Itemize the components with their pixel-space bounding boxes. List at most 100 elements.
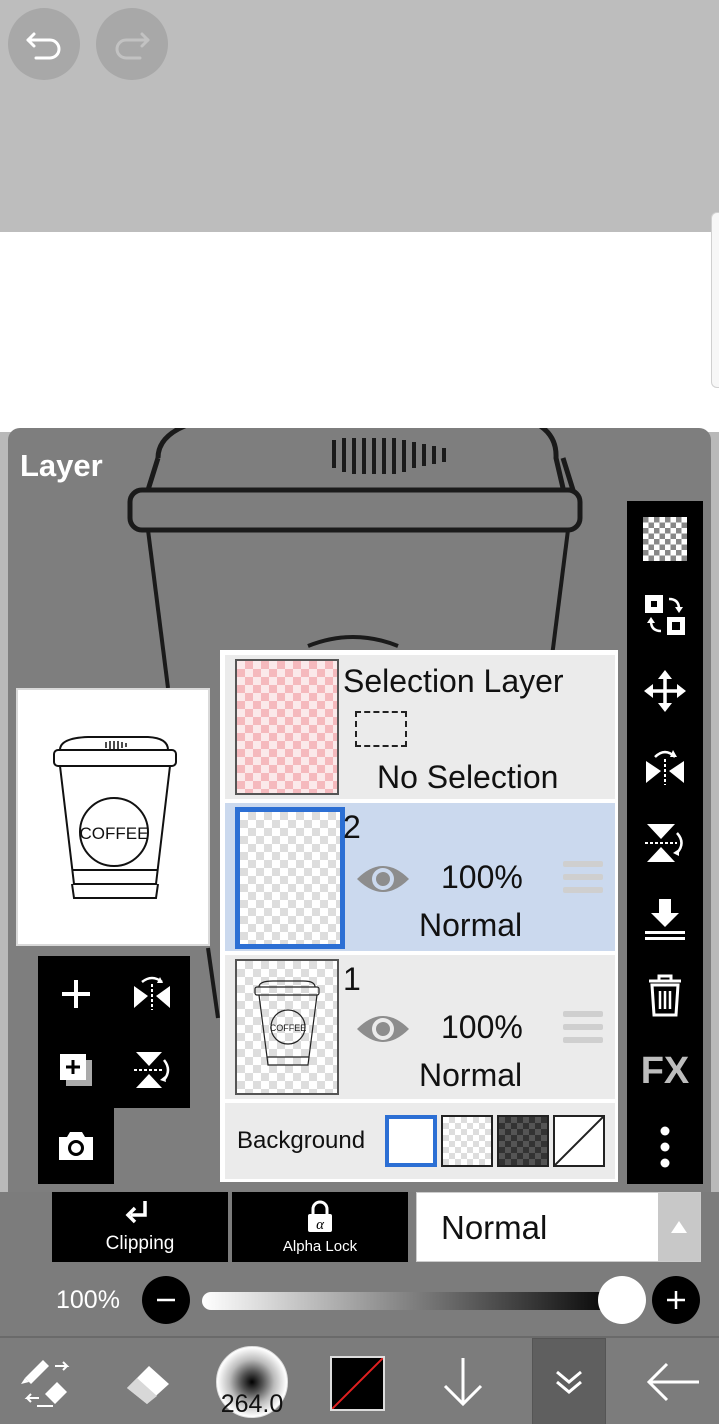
bottom-toolbar: 264.0 xyxy=(0,1336,719,1424)
canvas[interactable] xyxy=(0,232,719,432)
fx-icon: FX xyxy=(640,1049,690,1092)
undo-button[interactable] xyxy=(8,8,80,80)
eraser-button[interactable] xyxy=(112,1338,182,1424)
color-slash-icon xyxy=(332,1358,383,1409)
cup-text: COFFEE xyxy=(80,824,149,843)
opacity-slider[interactable] xyxy=(202,1292,622,1310)
arrow-down-icon xyxy=(443,1358,483,1407)
back-button[interactable] xyxy=(636,1338,710,1424)
flip-horizontal-icon xyxy=(134,976,170,1010)
flip-horizontal-layer-button[interactable] xyxy=(627,729,703,805)
selection-status: No Selection xyxy=(377,759,559,795)
selection-layer-name: Selection Layer xyxy=(343,663,564,699)
background-white-swatch[interactable] xyxy=(385,1115,437,1167)
add-layer-button[interactable] xyxy=(38,956,114,1032)
clipping-label: Clipping xyxy=(105,1233,175,1254)
layer-1-thumb: COFFEE xyxy=(235,959,339,1095)
layer-controls: Clipping α Alpha Lock Normal 100% xyxy=(0,1192,719,1336)
merge-down-button[interactable] xyxy=(627,881,703,957)
background-dark-checker-swatch[interactable] xyxy=(497,1115,549,1167)
cup-text: COFFEE xyxy=(270,1023,307,1033)
alpha-lock-button[interactable]: α Alpha Lock xyxy=(232,1192,408,1262)
layer-number: 1 xyxy=(343,961,361,997)
merge-down-icon xyxy=(645,899,685,940)
blend-mode-select[interactable]: Normal xyxy=(416,1192,701,1262)
flip-vertical-icon xyxy=(134,1052,170,1088)
layer-opacity: 100% xyxy=(441,859,523,895)
move-button[interactable] xyxy=(627,653,703,729)
drag-handle-icon[interactable] xyxy=(563,1011,603,1045)
alpha-lock-label: Alpha Lock xyxy=(282,1237,358,1255)
panel-title: Layer xyxy=(20,448,103,483)
move-down-button[interactable] xyxy=(428,1338,498,1424)
background-row: Background xyxy=(225,1103,615,1179)
background-label: Background xyxy=(237,1127,366,1154)
arrow-left-icon xyxy=(646,1362,699,1402)
layer-panel: Layer COFFEE FX Selection Layer No Selec… xyxy=(8,428,711,1192)
drag-handle-icon[interactable] xyxy=(563,861,603,895)
clipping-button[interactable]: Clipping xyxy=(52,1192,228,1262)
tool-switch-button[interactable] xyxy=(10,1338,80,1424)
selection-layer-thumb xyxy=(235,659,339,795)
right-tools: FX xyxy=(627,501,703,1184)
opacity-decrease-button[interactable] xyxy=(142,1276,190,1324)
flip-vertical-icon xyxy=(645,824,683,862)
undo-icon xyxy=(26,32,61,60)
flip-vertical-layer-button[interactable] xyxy=(627,805,703,881)
coffee-cup-thumbnail: COFFEE xyxy=(53,736,177,899)
opacity-slider-knob[interactable] xyxy=(598,1276,646,1324)
color-swatch[interactable] xyxy=(330,1356,385,1411)
selection-layer-row[interactable]: Selection Layer No Selection xyxy=(225,655,615,799)
move-icon xyxy=(644,670,686,712)
fx-button[interactable]: FX xyxy=(627,1033,703,1109)
background-checker-swatch[interactable] xyxy=(441,1115,493,1167)
layer-opacity: 100% xyxy=(441,1009,523,1045)
trash-icon xyxy=(649,974,681,1017)
minus-icon xyxy=(157,1298,175,1302)
flip-vertical-button[interactable] xyxy=(114,1032,190,1108)
layer-list: Selection Layer No Selection 2 100% Norm… xyxy=(220,650,618,1182)
redo-button[interactable] xyxy=(96,8,168,80)
layer-2-thumb xyxy=(235,807,345,949)
brush-size-value: 264.0 xyxy=(220,1390,284,1418)
flip-horizontal-button[interactable] xyxy=(114,956,190,1032)
background-none-swatch[interactable] xyxy=(553,1115,605,1167)
top-bar xyxy=(0,0,719,232)
none-slash-icon xyxy=(554,1116,604,1166)
side-drawer-tab[interactable] xyxy=(711,212,719,388)
transparent-fill-button[interactable] xyxy=(627,501,703,577)
swap-layer-button[interactable] xyxy=(627,577,703,653)
lock-icon: α xyxy=(308,1200,332,1233)
clipping-icon xyxy=(125,1201,147,1224)
eye-icon[interactable] xyxy=(355,1009,411,1049)
opacity-increase-button[interactable] xyxy=(652,1276,700,1324)
swap-layer-icon xyxy=(645,595,685,635)
layer-row-1[interactable]: COFFEE 1 100% Normal xyxy=(225,955,615,1099)
blend-mode-value: Normal xyxy=(441,1209,548,1246)
layer-row-2[interactable]: 2 100% Normal xyxy=(225,803,615,951)
add-copy-icon xyxy=(60,1054,92,1086)
coffee-cup-thumbnail: COFFEE xyxy=(254,980,320,1066)
svg-text:α: α xyxy=(316,1217,325,1233)
more-button[interactable] xyxy=(627,1109,703,1185)
canvas-preview[interactable]: COFFEE xyxy=(16,688,210,946)
eye-icon[interactable] xyxy=(355,859,411,899)
flip-horizontal-icon xyxy=(646,750,684,785)
layer-number: 2 xyxy=(343,809,361,845)
delete-layer-button[interactable] xyxy=(627,957,703,1033)
layer-blend-mode: Normal xyxy=(419,907,523,943)
opacity-label: 100% xyxy=(56,1286,120,1314)
layer-blend-mode: Normal xyxy=(419,1057,523,1093)
duplicate-layer-button[interactable] xyxy=(38,1032,114,1108)
brush-eraser-swap-icon xyxy=(21,1360,70,1407)
dropdown-arrow-icon xyxy=(658,1193,700,1261)
plus-icon xyxy=(667,1291,685,1309)
redo-icon xyxy=(115,32,150,60)
camera-button[interactable] xyxy=(38,1108,114,1184)
layers-button[interactable] xyxy=(532,1338,606,1424)
eraser-icon xyxy=(127,1366,169,1404)
more-icon xyxy=(660,1126,670,1168)
camera-icon xyxy=(59,1132,93,1160)
plus-icon xyxy=(62,980,90,1008)
chevron-double-down-icon xyxy=(556,1370,582,1394)
